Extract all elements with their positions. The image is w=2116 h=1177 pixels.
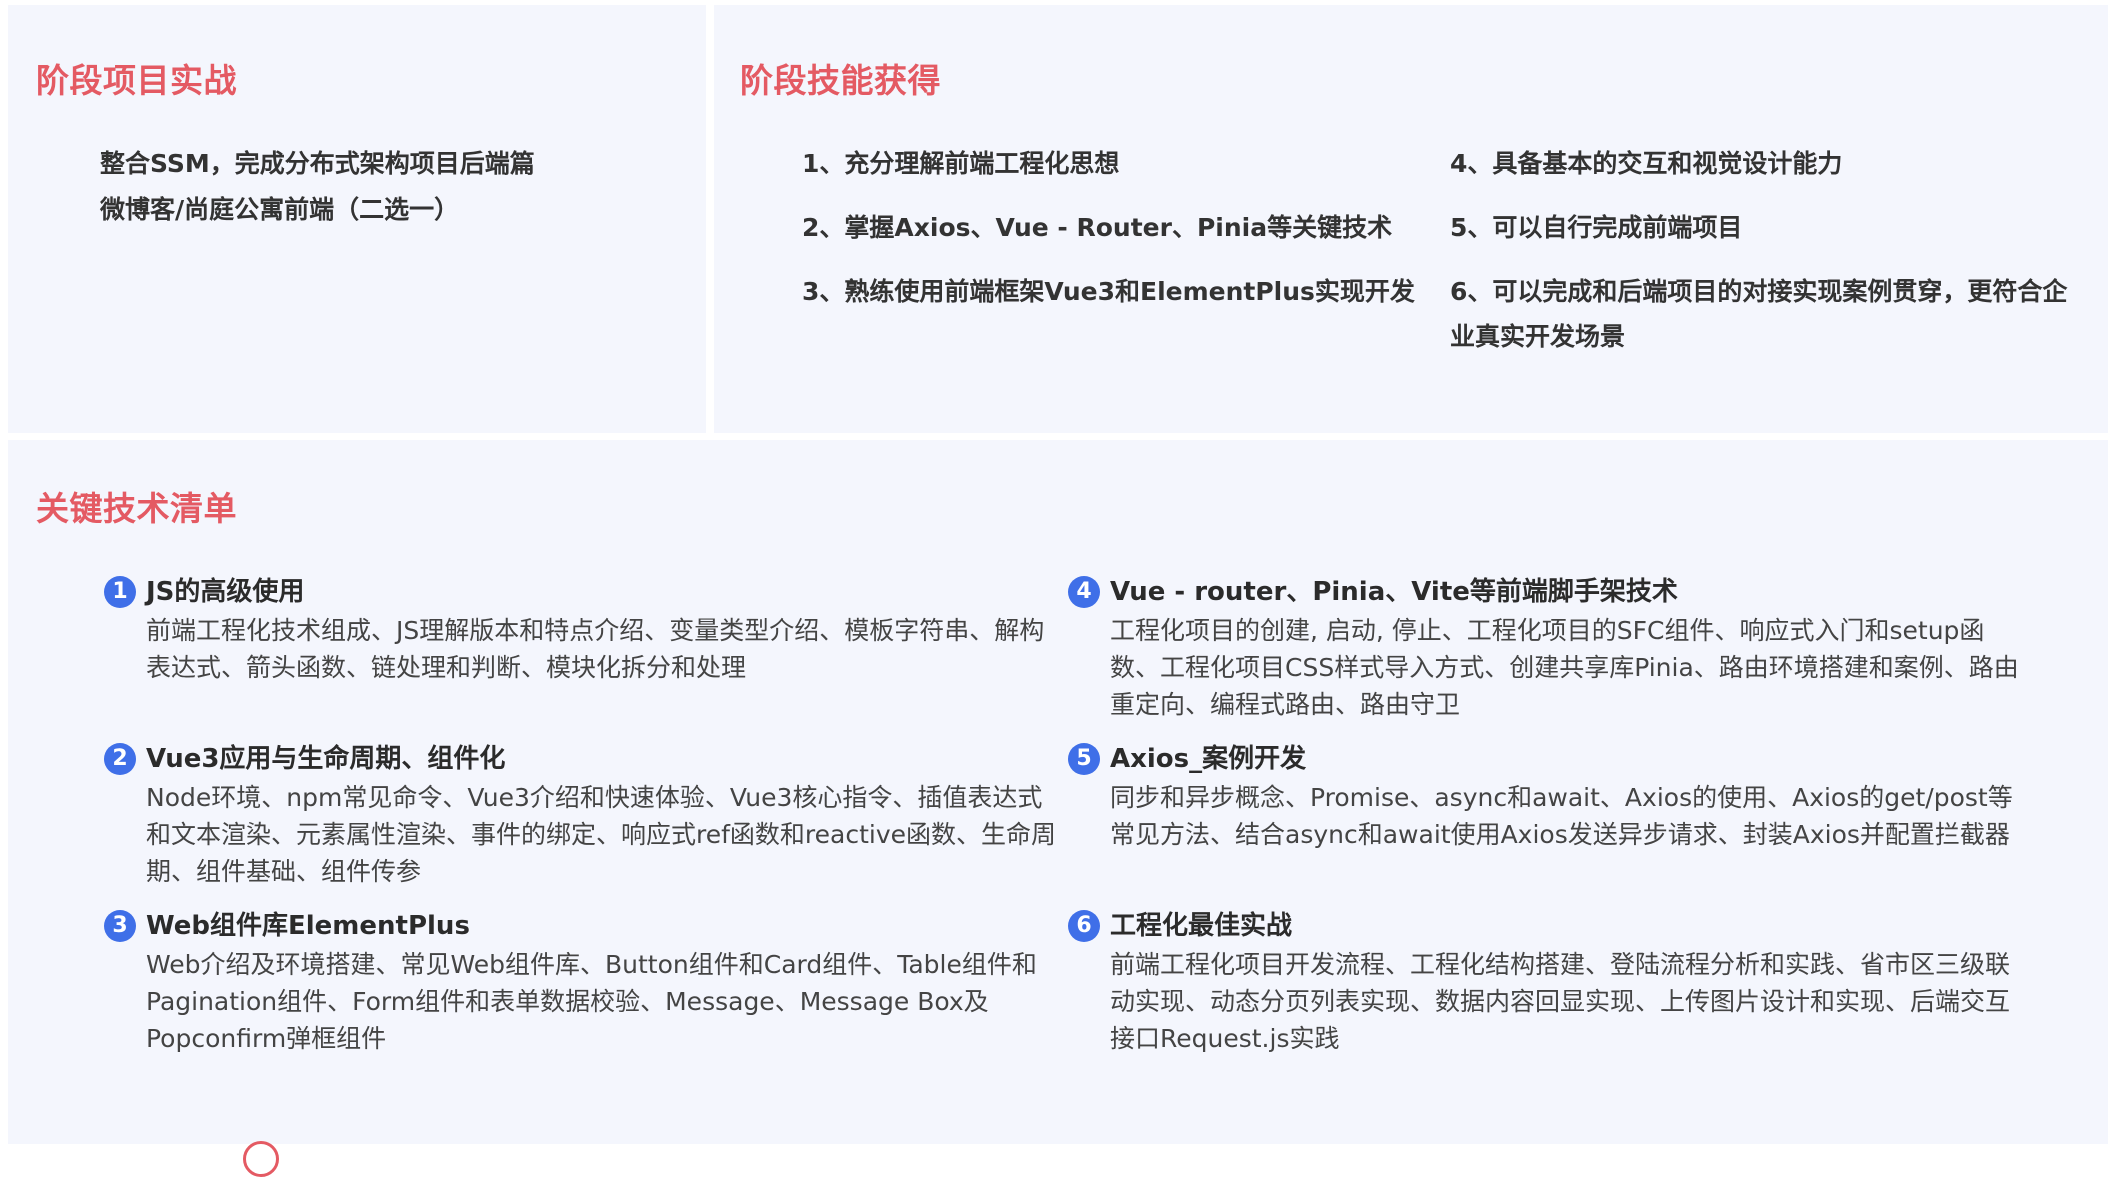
tech-item: 5 Axios_案例开发 同步和异步概念、Promise、async和await… (1068, 739, 2028, 906)
skill-item: 6、可以完成和后端项目的对接实现案例贯穿，更符合企业真实开发场景 (1450, 277, 2068, 351)
skill-item: 1、充分理解前端工程化思想 (802, 149, 1120, 178)
number-badge-icon: 2 (104, 743, 136, 775)
tech-item-desc: Web介绍及环境搭建、常见Web组件库、Button组件和Card组件、Tabl… (146, 950, 1037, 1053)
tech-item-title: Vue3应用与生命周期、组件化 (146, 744, 506, 774)
number-badge-icon: 4 (1068, 576, 1100, 608)
tech-item-desc: 工程化项目的创建, 启动, 停止、工程化项目的SFC组件、响应式入门和setup… (1110, 616, 2019, 719)
number-badge-icon: 1 (104, 576, 136, 608)
stage-skills-title: 阶段技能获得 (740, 61, 941, 100)
tech-item: 4 Vue - router、Pinia、Vite等前端脚手架技术 工程化项目的… (1068, 572, 2028, 739)
skill-item: 4、具备基本的交互和视觉设计能力 (1450, 149, 1843, 178)
number-badge-icon: 6 (1068, 910, 1100, 942)
tech-item-title: 工程化最佳实战 (1110, 911, 1293, 941)
stage-projects-list: 整合SSM，完成分布式架构项目后端篇 微博客/尚庭公寓前端（二选一） (100, 141, 535, 233)
number-badge-icon: 5 (1068, 743, 1100, 775)
stage-project-item: 微博客/尚庭公寓前端（二选一） (100, 195, 460, 224)
tech-item-desc: 前端工程化技术组成、JS理解版本和特点介绍、变量类型介绍、模板字符串、解构表达式… (146, 616, 1045, 682)
skill-item: 2、掌握Axios、Vue - Router、Pinia等关键技术 (802, 213, 1393, 242)
tech-item-desc: Node环境、npm常见命令、Vue3介绍和快速体验、Vue3核心指令、插值表达… (146, 783, 1057, 886)
stage-project-item: 整合SSM，完成分布式架构项目后端篇 (100, 149, 535, 178)
tech-item-title: Vue - router、Pinia、Vite等前端脚手架技术 (1110, 577, 1678, 607)
skill-item: 5、可以自行完成前端项目 (1450, 213, 1743, 242)
stage-projects-title: 阶段项目实战 (36, 61, 237, 100)
decorative-circle-icon (243, 1141, 279, 1177)
stage-skills-panel: 阶段技能获得 1、充分理解前端工程化思想 2、掌握Axios、Vue - Rou… (714, 5, 2108, 433)
skill-item: 3、熟练使用前端框架Vue3和ElementPlus实现开发 (802, 277, 1415, 306)
tech-item-title: Axios_案例开发 (1110, 744, 1307, 774)
stage-projects-panel: 阶段项目实战 整合SSM，完成分布式架构项目后端篇 微博客/尚庭公寓前端（二选一… (8, 5, 706, 433)
skills-list-left: 1、充分理解前端工程化思想 2、掌握Axios、Vue - Router、Pin… (802, 141, 1422, 314)
tech-item: 1 JS的高级使用 前端工程化技术组成、JS理解版本和特点介绍、变量类型介绍、模… (104, 572, 1064, 739)
key-tech-panel: 关键技术清单 1 JS的高级使用 前端工程化技术组成、JS理解版本和特点介绍、变… (8, 440, 2108, 1144)
tech-item-desc: 前端工程化项目开发流程、工程化结构搭建、登陆流程分析和实践、省市区三级联动实现、… (1110, 950, 2011, 1053)
skills-list-right: 4、具备基本的交互和视觉设计能力 5、可以自行完成前端项目 6、可以完成和后端项… (1450, 141, 2090, 359)
tech-list-left: 1 JS的高级使用 前端工程化技术组成、JS理解版本和特点介绍、变量类型介绍、模… (104, 572, 1064, 1066)
tech-item-title: Web组件库ElementPlus (146, 911, 470, 941)
tech-item: 6 工程化最佳实战 前端工程化项目开发流程、工程化结构搭建、登陆流程分析和实践、… (1068, 906, 2028, 1066)
tech-item: 3 Web组件库ElementPlus Web介绍及环境搭建、常见Web组件库、… (104, 906, 1064, 1066)
number-badge-icon: 3 (104, 910, 136, 942)
key-tech-title: 关键技术清单 (36, 489, 237, 528)
tech-list-right: 4 Vue - router、Pinia、Vite等前端脚手架技术 工程化项目的… (1068, 572, 2028, 1066)
tech-item-title: JS的高级使用 (146, 577, 305, 607)
tech-item-desc: 同步和异步概念、Promise、async和await、Axios的使用、Axi… (1110, 783, 2013, 849)
tech-item: 2 Vue3应用与生命周期、组件化 Node环境、npm常见命令、Vue3介绍和… (104, 739, 1064, 906)
